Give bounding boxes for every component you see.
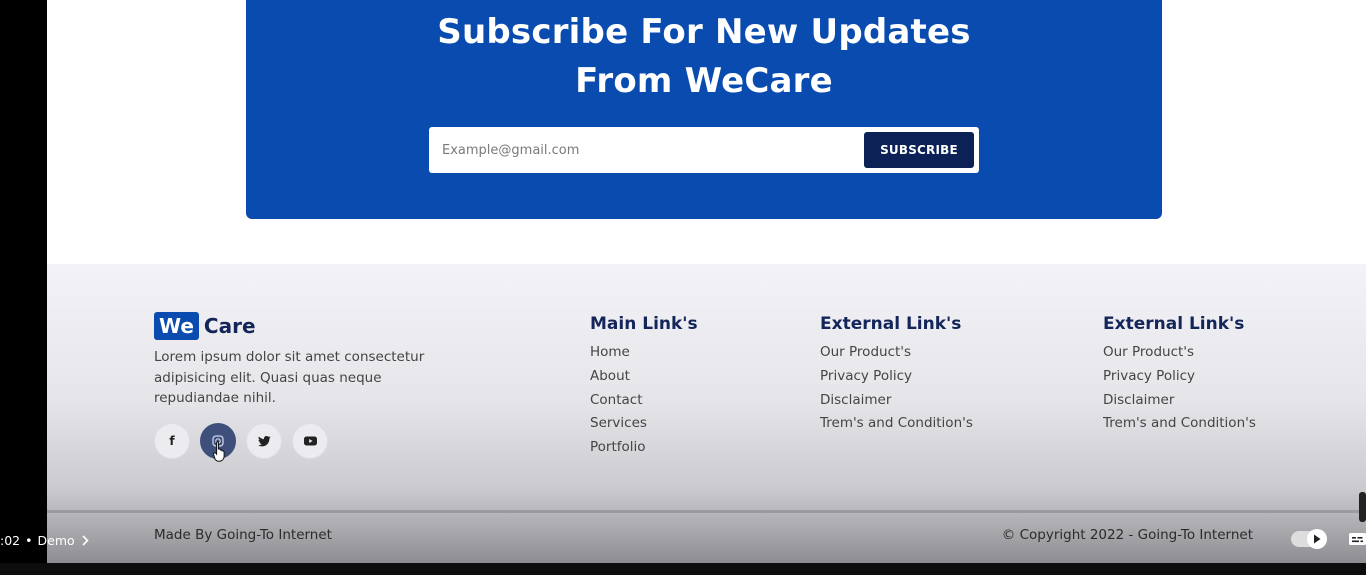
youtube-link[interactable] [292, 423, 328, 459]
captions-icon[interactable] [1348, 530, 1366, 548]
chevron-right-icon [82, 534, 89, 546]
video-left-edge [0, 0, 47, 575]
wecare-logo[interactable]: We Care [154, 312, 256, 340]
video-time: :02 [0, 532, 21, 548]
external-links-column-2: External Link's Our Product's Privacy Po… [1103, 313, 1256, 436]
footer-link-terms[interactable]: Trem's and Condition's [1103, 412, 1256, 436]
main-links-title: Main Link's [590, 314, 698, 334]
email-input[interactable] [429, 127, 859, 173]
subscribe-form: SUBSCRIBE [429, 127, 979, 173]
separator-dot: • [25, 532, 33, 548]
footer-link-products[interactable]: Our Product's [820, 341, 973, 365]
footer: We Care Lorem ipsum dolor sit amet conse… [47, 264, 1366, 563]
scrollbar-thumb[interactable] [1359, 492, 1366, 522]
made-by-text: Made By Going-To Internet [154, 527, 332, 543]
youtube-icon [303, 436, 317, 446]
twitter-icon [257, 435, 271, 446]
main-links-list: Home About Contact Services Portfolio [590, 341, 698, 460]
footer-link-terms[interactable]: Trem's and Condition's [820, 412, 973, 436]
subscribe-banner: Subscribe For New Updates From WeCare SU… [246, 0, 1162, 219]
subscribe-title-line2: From WeCare [575, 61, 833, 101]
external-links-title: External Link's [1103, 314, 1245, 334]
subscribe-button[interactable]: SUBSCRIBE [864, 132, 974, 168]
external-links-list: Our Product's Privacy Policy Disclaimer … [820, 341, 973, 436]
about-text: Lorem ipsum dolor sit amet consectetur a… [154, 349, 425, 406]
autoplay-toggle[interactable] [1291, 529, 1327, 549]
chapter-label: Demo [37, 532, 75, 548]
webpage: Subscribe For New Updates From WeCare SU… [47, 0, 1366, 563]
autoplay-knob [1307, 529, 1327, 549]
footer-link-products[interactable]: Our Product's [1103, 341, 1256, 365]
external-links-column-1: External Link's Our Product's Privacy Po… [820, 313, 973, 436]
footer-link-about[interactable]: About [590, 365, 698, 389]
subscribe-title-line1: Subscribe For New Updates [437, 12, 971, 52]
logo-we: We [154, 312, 199, 340]
play-icon [1314, 534, 1321, 544]
footer-link-disclaimer[interactable]: Disclaimer [1103, 389, 1256, 413]
video-chapter-info[interactable]: :02 • Demo [0, 530, 89, 550]
footer-link-privacy[interactable]: Privacy Policy [820, 365, 973, 389]
facebook-link[interactable]: f [154, 423, 190, 459]
footer-link-home[interactable]: Home [590, 341, 698, 365]
footer-bottom-bar: Made By Going-To Internet © Copyright 20… [47, 513, 1366, 563]
logo-care: Care [203, 314, 256, 338]
footer-link-privacy[interactable]: Privacy Policy [1103, 365, 1256, 389]
external-links-list: Our Product's Privacy Policy Disclaimer … [1103, 341, 1256, 436]
footer-link-contact[interactable]: Contact [590, 389, 698, 413]
mouse-cursor-icon [213, 441, 225, 462]
main-links-column: Main Link's Home About Contact Services … [590, 313, 698, 460]
external-links-title: External Link's [820, 314, 962, 334]
twitter-link[interactable] [246, 423, 282, 459]
social-links: f [154, 423, 328, 459]
footer-link-disclaimer[interactable]: Disclaimer [820, 389, 973, 413]
video-bottom-edge [0, 563, 1366, 575]
copyright-text: © Copyright 2022 - Going-To Internet [1001, 527, 1253, 543]
subscribe-title: Subscribe For New Updates From WeCare [246, 8, 1162, 106]
facebook-icon: f [169, 434, 175, 448]
footer-link-services[interactable]: Services [590, 412, 698, 436]
footer-link-portfolio[interactable]: Portfolio [590, 436, 698, 460]
